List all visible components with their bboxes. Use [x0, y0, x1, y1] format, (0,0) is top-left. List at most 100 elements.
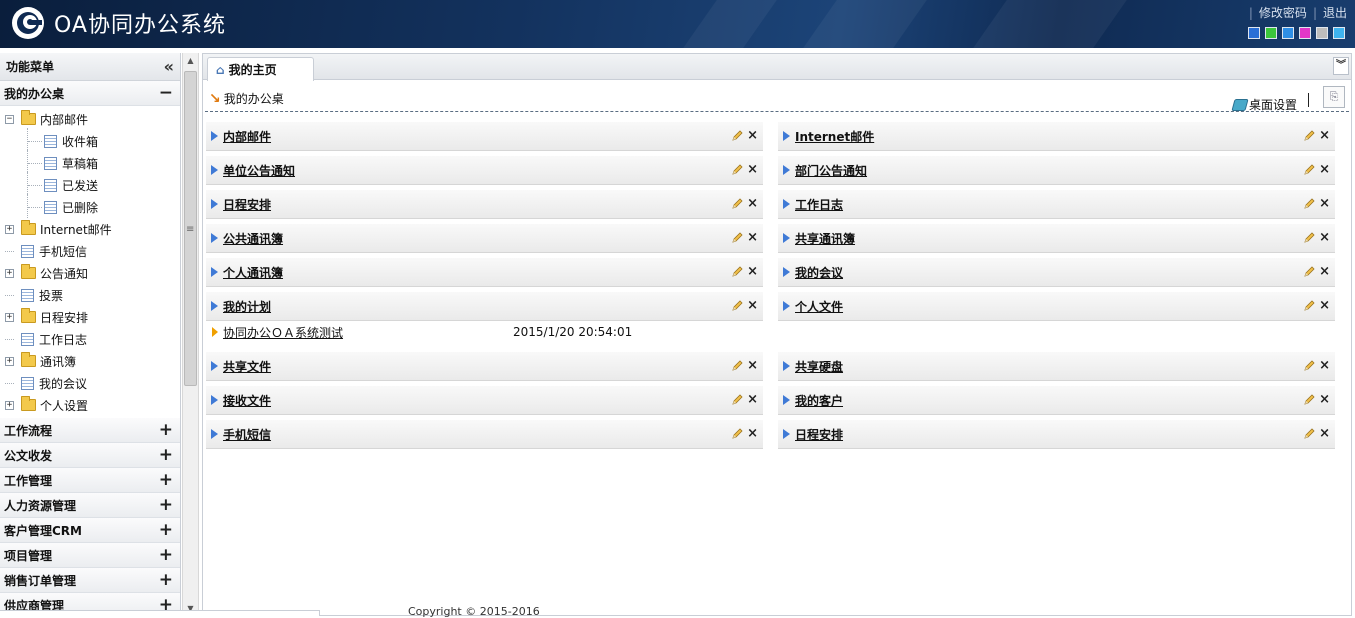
close-icon[interactable]: ×	[1319, 264, 1330, 279]
panel-title-link[interactable]: 内部邮件	[223, 128, 271, 145]
tab-my-homepage[interactable]: ⌂ 我的主页	[207, 57, 314, 81]
tree-child-node[interactable]: 已删除	[0, 194, 180, 218]
close-icon[interactable]: ×	[1319, 162, 1330, 177]
sidebar-scrollbar[interactable]: ▲ ▼	[182, 53, 199, 616]
edit-pencil-icon[interactable]	[1303, 130, 1315, 142]
expand-triangle-icon[interactable]	[211, 361, 218, 371]
expand-icon[interactable]: +	[159, 446, 173, 464]
expand-triangle-icon[interactable]	[211, 429, 218, 439]
tree-node[interactable]: 投票	[0, 284, 180, 306]
menu-section[interactable]: 项目管理 +	[0, 543, 180, 568]
expand-triangle-icon[interactable]	[783, 395, 790, 405]
panel-title-link[interactable]: 单位公告通知	[223, 162, 295, 179]
logout-link[interactable]: 退出	[1323, 6, 1347, 20]
skin-swatch[interactable]	[1316, 27, 1328, 39]
expand-icon[interactable]: +	[5, 356, 14, 366]
tree-node[interactable]: 我的会议	[0, 372, 180, 394]
panel-title-link[interactable]: 日程安排	[223, 196, 271, 213]
edit-pencil-icon[interactable]	[731, 360, 743, 372]
panel-title-link[interactable]: 公共通讯簿	[223, 230, 283, 247]
panel-title-link[interactable]: 部门公告通知	[795, 162, 867, 179]
skin-swatch[interactable]	[1299, 27, 1311, 39]
menu-section[interactable]: 销售订单管理 +	[0, 568, 180, 593]
panel-title-link[interactable]: 我的客户	[795, 392, 843, 409]
menu-section[interactable]: 工作管理 +	[0, 468, 180, 493]
expand-triangle-icon[interactable]	[783, 199, 790, 209]
expand-triangle-icon[interactable]	[783, 429, 790, 439]
close-icon[interactable]: ×	[747, 426, 758, 441]
expand-triangle-icon[interactable]	[783, 233, 790, 243]
expand-icon[interactable]: +	[159, 571, 173, 589]
plan-item-link[interactable]: 协同办公ＯＡ系统测试	[223, 324, 513, 341]
edit-pencil-icon[interactable]	[1303, 428, 1315, 440]
expand-triangle-icon[interactable]	[211, 267, 218, 277]
section-my-desk[interactable]: 我的办公桌 −	[0, 81, 180, 106]
edit-pencil-icon[interactable]	[1303, 198, 1315, 210]
tree-child-node[interactable]: 收件箱	[0, 128, 180, 152]
close-icon[interactable]: ×	[747, 196, 758, 211]
close-icon[interactable]: ×	[1319, 128, 1330, 143]
tree-node[interactable]: + 通讯簿	[0, 350, 180, 372]
scroll-up-icon[interactable]: ▲	[183, 53, 198, 68]
panel-title-link[interactable]: 共享通讯簿	[795, 230, 855, 247]
expand-triangle-icon[interactable]	[211, 131, 218, 141]
expand-icon[interactable]: +	[159, 521, 173, 539]
edit-pencil-icon[interactable]	[731, 198, 743, 210]
edit-pencil-icon[interactable]	[1303, 300, 1315, 312]
close-icon[interactable]: ×	[1319, 298, 1330, 313]
collapse-sidebar-icon[interactable]: «	[164, 57, 174, 76]
expand-triangle-icon[interactable]	[211, 301, 218, 311]
expand-icon[interactable]: +	[159, 421, 173, 439]
close-icon[interactable]: ×	[1319, 358, 1330, 373]
tree-node[interactable]: 工作日志	[0, 328, 180, 350]
panel-title-link[interactable]: Internet邮件	[795, 128, 874, 145]
expand-icon[interactable]: +	[159, 471, 173, 489]
expand-icon[interactable]: +	[5, 224, 14, 234]
panel-title-link[interactable]: 接收文件	[223, 392, 271, 409]
panel-title-link[interactable]: 个人文件	[795, 298, 843, 315]
menu-section[interactable]: 公文收发 +	[0, 443, 180, 468]
change-password-link[interactable]: 修改密码	[1259, 6, 1307, 20]
menu-section[interactable]: 人力资源管理 +	[0, 493, 180, 518]
tree-child-node[interactable]: 已发送	[0, 172, 180, 196]
close-icon[interactable]: ×	[747, 264, 758, 279]
expand-triangle-icon[interactable]	[783, 361, 790, 371]
collapse-icon[interactable]: −	[159, 84, 173, 102]
panel-title-link[interactable]: 我的会议	[795, 264, 843, 281]
edit-pencil-icon[interactable]	[731, 164, 743, 176]
expand-triangle-icon[interactable]	[211, 165, 218, 175]
edit-pencil-icon[interactable]	[731, 266, 743, 278]
panel-title-link[interactable]: 日程安排	[795, 426, 843, 443]
collapse-icon[interactable]: −	[5, 114, 14, 124]
edit-pencil-icon[interactable]	[1303, 394, 1315, 406]
panel-title-link[interactable]: 工作日志	[795, 196, 843, 213]
tree-node[interactable]: + 公告通知	[0, 262, 180, 284]
tree-node[interactable]: − 内部邮件	[0, 108, 180, 130]
panel-title-link[interactable]: 手机短信	[223, 426, 271, 443]
expand-triangle-icon[interactable]	[211, 395, 218, 405]
close-icon[interactable]: ×	[747, 128, 758, 143]
skin-swatch[interactable]	[1248, 27, 1260, 39]
skin-swatch[interactable]	[1265, 27, 1277, 39]
menu-section[interactable]: 工作流程 +	[0, 418, 180, 443]
expand-triangle-icon[interactable]	[211, 199, 218, 209]
close-icon[interactable]: ×	[1319, 392, 1330, 407]
edit-pencil-icon[interactable]	[1303, 232, 1315, 244]
edit-pencil-icon[interactable]	[731, 232, 743, 244]
tree-child-node[interactable]: 草稿箱	[0, 150, 180, 174]
tree-node[interactable]: + 个人设置	[0, 394, 180, 416]
close-icon[interactable]: ×	[747, 392, 758, 407]
expand-triangle-icon[interactable]	[783, 131, 790, 141]
expand-triangle-icon[interactable]	[783, 301, 790, 311]
expand-triangle-icon[interactable]	[783, 165, 790, 175]
edit-pencil-icon[interactable]	[1303, 266, 1315, 278]
expand-triangle-icon[interactable]	[211, 233, 218, 243]
expand-icon[interactable]: +	[159, 496, 173, 514]
close-icon[interactable]: ×	[747, 230, 758, 245]
tree-node[interactable]: + Internet邮件	[0, 218, 180, 240]
tree-node[interactable]: 手机短信	[0, 240, 180, 262]
edit-pencil-icon[interactable]	[1303, 360, 1315, 372]
expand-icon[interactable]: +	[5, 312, 14, 322]
panel-title-link[interactable]: 我的计划	[223, 298, 271, 315]
menu-section[interactable]: 客户管理CRM +	[0, 518, 180, 543]
